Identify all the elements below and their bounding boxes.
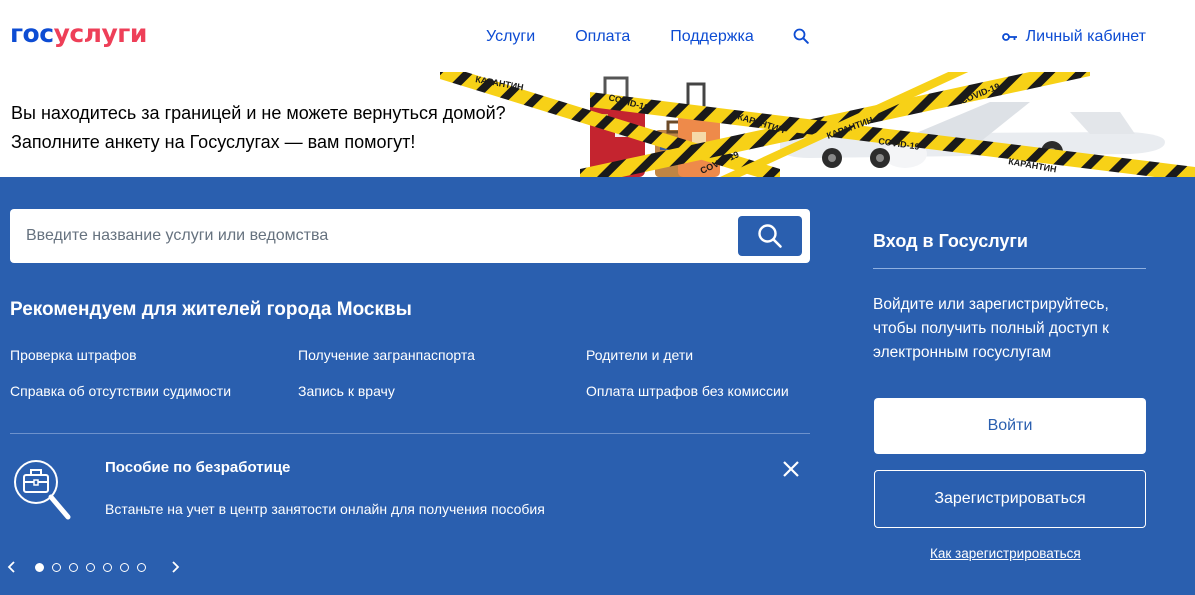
section-divider [10,433,810,434]
register-button[interactable]: Зарегистрироваться [874,470,1146,528]
link-no-criminal-record[interactable]: Справка об отсутствии судимости [10,382,231,400]
carousel-dot[interactable] [103,562,112,572]
cabinet-label: Личный кабинет [1025,28,1146,45]
carousel-dot[interactable] [52,562,61,572]
nav-support[interactable]: Поддержка [670,27,753,47]
link-pay-fines[interactable]: Оплата штрафов без комиссии [586,382,789,400]
carousel-dot[interactable] [86,562,95,572]
carousel-dot[interactable] [35,562,44,572]
link-doctor-appointment[interactable]: Запись к врачу [298,382,395,400]
search-input[interactable] [10,209,730,263]
close-icon[interactable] [781,459,801,479]
logo-part-uslugi: услуги [53,19,148,48]
covid-banner[interactable]: Вы находитесь за границей и не можете ве… [0,72,1195,177]
carousel-dot[interactable] [120,562,129,572]
main-blue-section: Рекомендуем для жителей города Москвы Пр… [0,177,1195,595]
promo-title[interactable]: Пособие по безработице [105,458,290,478]
briefcase-search-icon [14,460,71,520]
how-to-register-link[interactable]: Как зарегистрироваться [930,545,1081,563]
chevron-left-icon[interactable] [5,560,19,574]
carousel-dots [35,562,154,572]
carousel-dot[interactable] [137,562,146,572]
login-button[interactable]: Войти [874,398,1146,454]
search-icon[interactable] [793,28,809,44]
search-button[interactable] [738,216,802,256]
header: госуслуги Услуги Оплата Поддержка Личный… [0,0,1195,72]
login-divider [873,268,1146,269]
banner-illustration: КАРАНТИН COVID-19 КАРАНТИН COVID-19 КАРА… [440,72,1195,177]
key-icon [1001,33,1017,41]
promo-carousel-controls [5,557,182,577]
link-parents-children[interactable]: Родители и дети [586,346,693,364]
service-search [10,209,810,263]
login-title: Вход в Госуслуги [873,231,1028,251]
logo-part-gos: гос [10,19,54,48]
nav-payment[interactable]: Оплата [575,27,630,47]
search-icon [758,224,782,248]
personal-cabinet-link[interactable]: Личный кабинет [1001,27,1146,47]
promo-text: Встаньте на учет в центр занятости онлай… [105,501,545,517]
main-nav: Услуги Оплата Поддержка [486,27,794,47]
login-description: Войдите или зарегистрируйтесь, чтобы пол… [873,296,1109,361]
link-check-fines[interactable]: Проверка штрафов [10,346,137,364]
link-passport[interactable]: Получение загранпаспорта [298,346,475,364]
chevron-right-icon[interactable] [168,560,182,574]
recommend-title: Рекомендуем для жителей города Москвы [10,299,412,320]
nav-services[interactable]: Услуги [486,27,535,47]
carousel-dot[interactable] [69,562,78,572]
gosuslugi-logo[interactable]: госуслуги [10,18,147,50]
